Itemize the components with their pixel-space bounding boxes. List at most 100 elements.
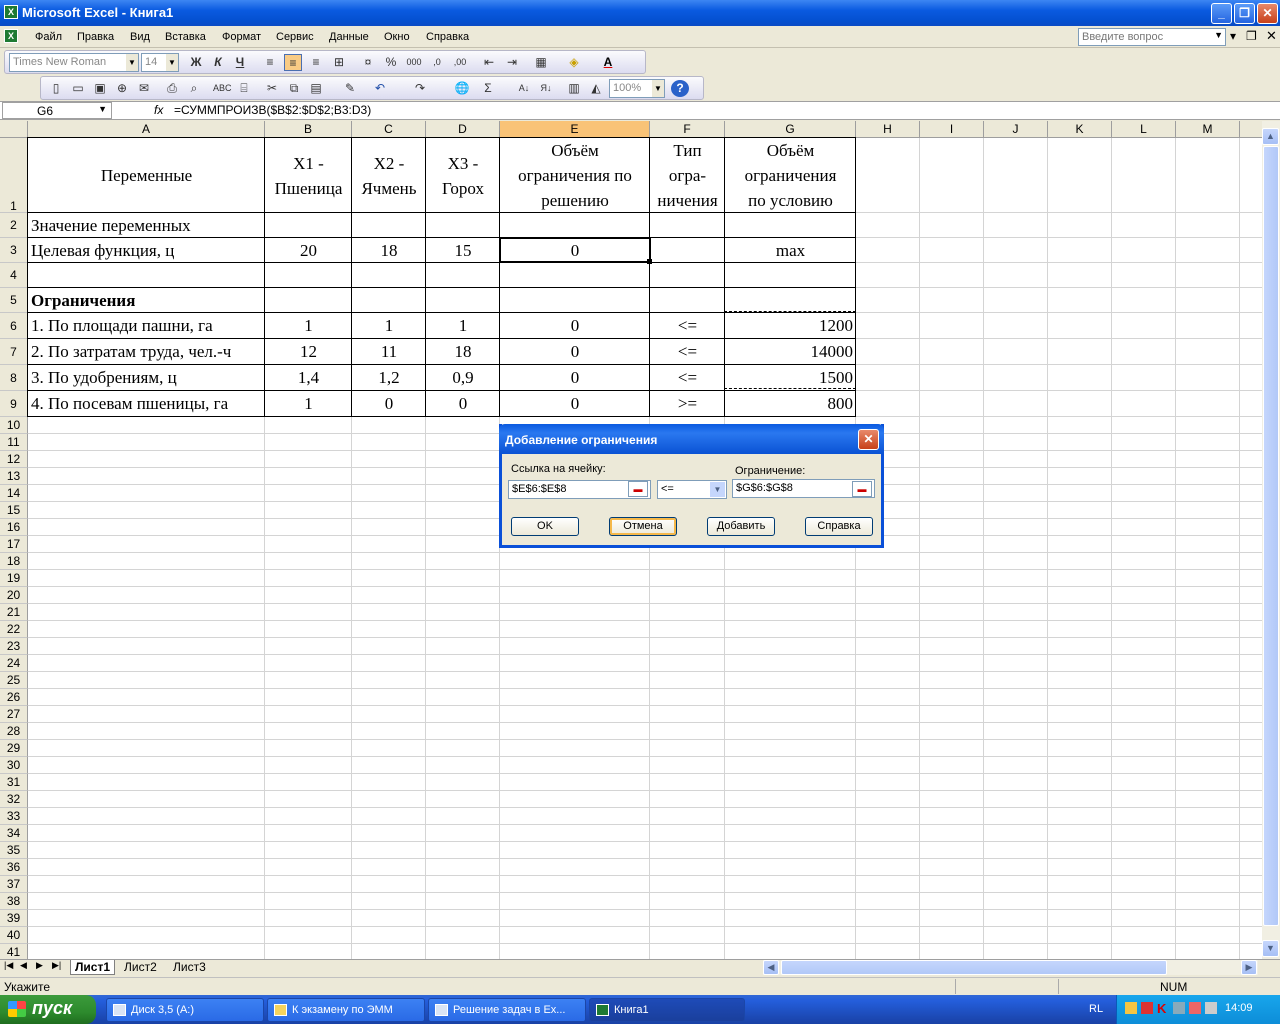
row-header[interactable]: 32 [0, 791, 28, 808]
constraint-collapse-icon[interactable]: ▬ [852, 481, 872, 497]
row-header[interactable]: 20 [0, 587, 28, 604]
tray-icon[interactable] [1173, 1002, 1185, 1014]
spelling-icon[interactable]: ABC [213, 80, 232, 97]
cell-e9[interactable]: 0 [500, 391, 650, 417]
scroll-down-icon[interactable]: ▼ [1262, 940, 1279, 957]
start-button[interactable]: пуск [0, 995, 96, 1024]
hyperlink-icon[interactable]: 🌐 [453, 80, 471, 97]
dialog-close-button[interactable]: ✕ [858, 429, 879, 450]
tray-icon[interactable] [1125, 1002, 1137, 1014]
cell-c8[interactable]: 1,2 [352, 365, 426, 391]
cell-b4[interactable] [265, 263, 352, 288]
decrease-decimal-icon[interactable]: ,00 [451, 54, 469, 71]
decrease-indent-icon[interactable]: ⇤ [480, 54, 498, 71]
fill-color-icon[interactable]: ◈ [565, 54, 583, 71]
doc-restore-icon[interactable]: ❐ [1246, 29, 1257, 43]
doc-close-icon[interactable]: ✕ [1266, 28, 1277, 44]
cell-e4[interactable] [500, 263, 650, 288]
row-header[interactable]: 21 [0, 604, 28, 621]
cell-d6[interactable]: 1 [426, 313, 500, 339]
scroll-left-icon[interactable]: ◀ [763, 960, 779, 975]
column-header[interactable]: E [500, 121, 650, 138]
save-icon[interactable]: ▣ [91, 80, 109, 97]
row-header[interactable]: 18 [0, 553, 28, 570]
row-header[interactable]: 36 [0, 859, 28, 876]
chart-wizard-icon[interactable]: ▥ [565, 80, 583, 97]
align-center-icon[interactable]: ≡ [284, 54, 302, 71]
cell-g9[interactable]: 800 [725, 391, 856, 417]
document-icon[interactable]: X [4, 29, 18, 43]
row-header[interactable]: 16 [0, 519, 28, 536]
zoom-dropdown-icon[interactable]: ▼ [652, 80, 664, 97]
cell-c9[interactable]: 0 [352, 391, 426, 417]
copy-icon[interactable]: ⧉ [285, 80, 303, 97]
merge-center-icon[interactable]: ⊞ [330, 54, 348, 71]
row-header[interactable]: 13 [0, 468, 28, 485]
antivirus-icon[interactable]: K [1157, 1001, 1166, 1016]
row-header[interactable]: 22 [0, 621, 28, 638]
menu-view[interactable]: Вид [130, 31, 150, 43]
task-excel[interactable]: Книга1 [589, 998, 745, 1022]
column-header[interactable]: L [1112, 121, 1176, 138]
cell-g2[interactable] [725, 213, 856, 238]
close-button[interactable]: ✕ [1257, 3, 1278, 24]
cell-a5[interactable]: Ограничения [28, 288, 265, 313]
row-header[interactable]: 39 [0, 910, 28, 927]
print-preview-icon[interactable]: ⌕ [185, 80, 203, 97]
column-header[interactable]: M [1176, 121, 1240, 138]
cell-b2[interactable] [265, 213, 352, 238]
language-indicator[interactable]: RL [1089, 1003, 1103, 1015]
font-name-combo[interactable]: Times New Roman ▼ [9, 53, 139, 72]
cell-b5[interactable] [265, 288, 352, 313]
horizontal-scroll-thumb[interactable] [781, 960, 1167, 975]
align-right-icon[interactable]: ≡ [307, 54, 325, 71]
font-color-icon[interactable]: A [599, 54, 617, 71]
borders-icon[interactable]: ▦ [532, 54, 550, 71]
row-header[interactable]: 38 [0, 893, 28, 910]
column-header[interactable]: D [426, 121, 500, 138]
cell-b7[interactable]: 12 [265, 339, 352, 365]
menu-file[interactable]: Файл [35, 31, 62, 43]
row-header[interactable]: 5 [0, 288, 28, 313]
horizontal-scrollbar[interactable]: ◀ ▶ [763, 960, 1258, 975]
bold-button[interactable]: Ж [187, 54, 205, 71]
row-header[interactable]: 29 [0, 740, 28, 757]
sort-ascending-icon[interactable]: A↓ [515, 80, 533, 97]
tray-icon[interactable] [1205, 1002, 1217, 1014]
doc-minimize-icon[interactable]: ▾ [1230, 29, 1236, 43]
cell-e6[interactable]: 0 [500, 313, 650, 339]
row-header[interactable]: 27 [0, 706, 28, 723]
paste-icon[interactable]: ▤ [307, 80, 325, 97]
row-header[interactable]: 11 [0, 434, 28, 451]
cell-d5[interactable] [426, 288, 500, 313]
tray-icon[interactable] [1189, 1002, 1201, 1014]
row-header[interactable]: 34 [0, 825, 28, 842]
cell-f5[interactable] [650, 288, 725, 313]
cell-g4[interactable] [725, 263, 856, 288]
vertical-scrollbar[interactable]: ▲ ▼ [1262, 121, 1280, 959]
row-header[interactable]: 15 [0, 502, 28, 519]
task-folder[interactable]: К экзамену по ЭММ [267, 998, 425, 1022]
cell-g5[interactable] [725, 288, 856, 313]
menu-edit[interactable]: Правка [77, 31, 114, 43]
cell-b3[interactable]: 20 [265, 238, 352, 263]
menu-window[interactable]: Окно [384, 31, 410, 43]
column-header[interactable]: A [28, 121, 265, 138]
formula-input[interactable]: =СУММПРОИЗВ($B$2:$D$2;B3:D3) [174, 103, 371, 117]
cut-icon[interactable]: ✂ [263, 80, 281, 97]
sheet-tab-2[interactable]: Лист2 [120, 960, 161, 975]
last-sheet-icon[interactable]: ▶| [52, 960, 61, 971]
column-header[interactable]: K [1048, 121, 1112, 138]
row-header[interactable]: 40 [0, 927, 28, 944]
name-box-dropdown-icon[interactable]: ▼ [98, 104, 107, 114]
operator-dropdown-icon[interactable]: ▼ [710, 482, 725, 497]
first-sheet-icon[interactable]: |◀ [4, 960, 13, 971]
autosum-icon[interactable]: Σ [479, 80, 497, 97]
sheet-tab-1[interactable]: Лист1 [70, 960, 116, 975]
cell-d9[interactable]: 0 [426, 391, 500, 417]
row-header[interactable]: 12 [0, 451, 28, 468]
row-header[interactable]: 24 [0, 655, 28, 672]
email-icon[interactable]: ✉ [135, 80, 153, 97]
cell-c7[interactable]: 11 [352, 339, 426, 365]
redo-icon[interactable]: ↷ [411, 80, 429, 97]
